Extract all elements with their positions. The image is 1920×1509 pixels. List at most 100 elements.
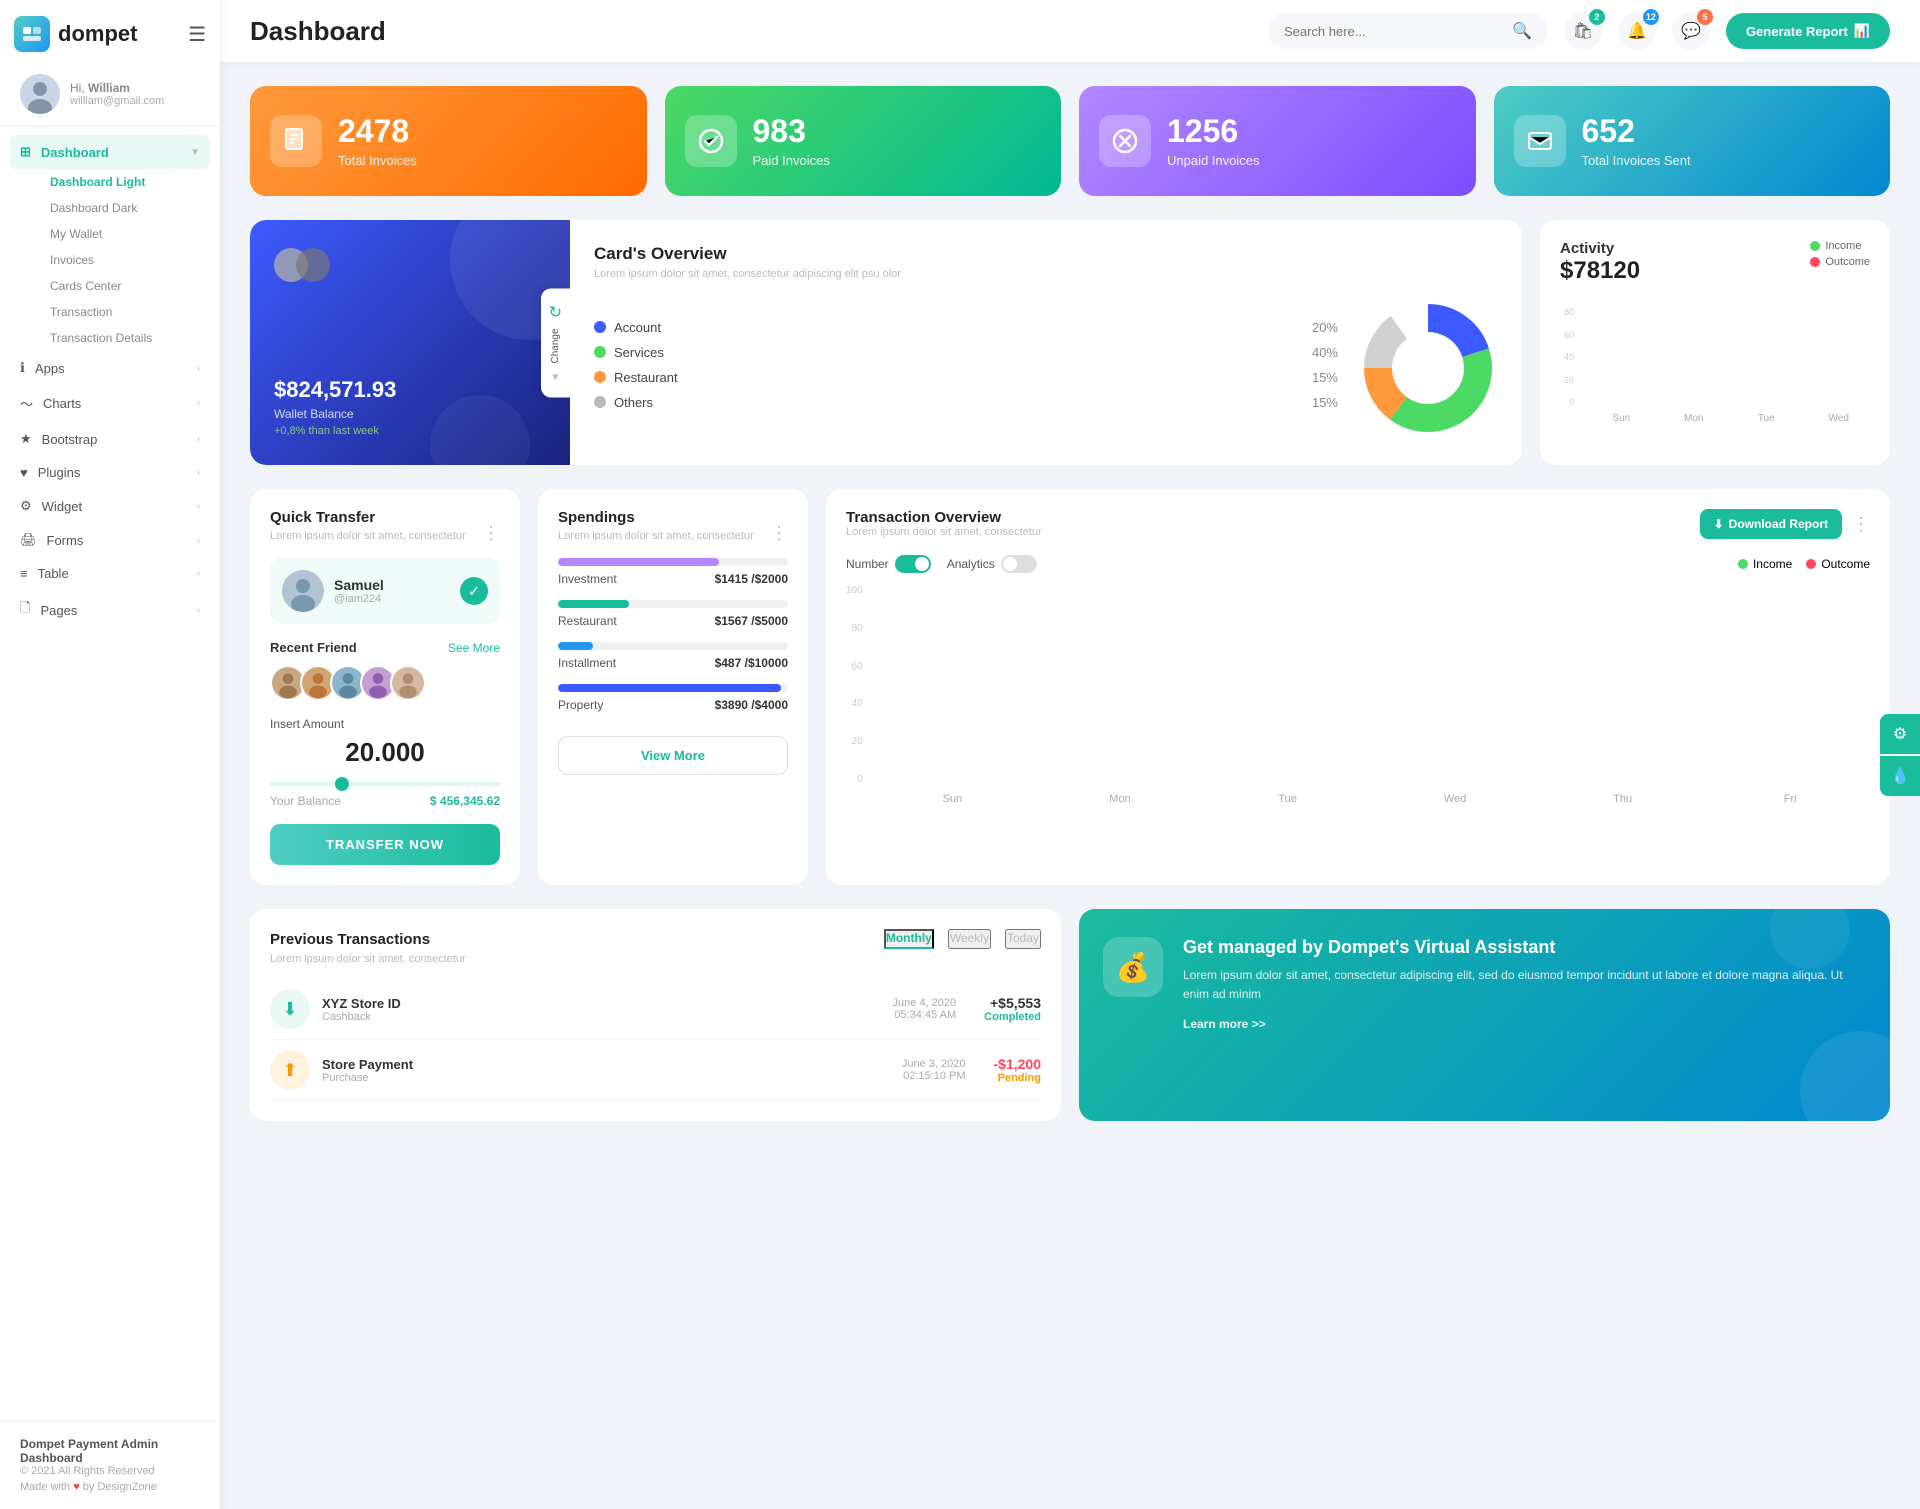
change-btn-label: Change (550, 328, 561, 363)
amount-slider[interactable] (270, 782, 500, 786)
subnav-cards-center[interactable]: Cards Center (30, 273, 220, 299)
heart-icon: ♥ (73, 1481, 83, 1493)
spend-label-installment: Installment (558, 656, 616, 670)
transfer-user-handle: @iam224 (334, 593, 384, 605)
outcome-dot (1810, 257, 1820, 267)
toggle-analytics-label: Analytics (947, 557, 995, 571)
outcome-label: Outcome (1825, 256, 1870, 268)
tx-bar-x-labels: Sun Mon Tue Wed Thu Fri (873, 793, 1870, 805)
sidebar-item-forms[interactable]: 🖨 Forms › (0, 523, 220, 557)
subnav-transaction-details[interactable]: Transaction Details (30, 325, 220, 351)
check-icon: ✓ (460, 577, 488, 605)
donut-chart (1358, 298, 1498, 441)
overview-desc: Lorem ipsum dolor sit amet, consectetur … (594, 268, 1498, 280)
user-name: William (88, 81, 130, 95)
tab-weekly[interactable]: Weekly (948, 929, 991, 949)
star-icon: ★ (20, 431, 32, 447)
more-options-icon[interactable]: ⋮ (482, 523, 500, 544)
unpaid-invoices-icon (1099, 115, 1151, 167)
balance-label: Your Balance (270, 794, 341, 808)
sidebar-item-charts[interactable]: 〜 Charts › (0, 385, 220, 422)
notification-button[interactable]: 🔔 12 (1618, 12, 1656, 50)
settings-float-button[interactable]: ⚙ (1880, 714, 1920, 754)
activity-chart: 80 60 40 20 0 (1560, 307, 1870, 407)
tx-type-icon: ⬇ (270, 989, 310, 1029)
number-toggle[interactable] (895, 555, 931, 573)
chevron-right-icon: › (197, 568, 200, 579)
sidebar-item-apps[interactable]: ℹ Apps › (0, 351, 220, 385)
analytics-toggle[interactable] (1001, 555, 1037, 573)
chevron-right-icon: › (197, 434, 200, 445)
sidebar-item-label: Apps (35, 361, 65, 376)
sidebar-item-table[interactable]: ≡ Table › (0, 557, 220, 590)
paid-invoices-icon (685, 115, 737, 167)
water-float-button[interactable]: 💧 (1880, 756, 1920, 796)
sent-invoices-icon (1514, 115, 1566, 167)
va-learn-more-link[interactable]: Learn more >> (1183, 1017, 1266, 1031)
spend-label-property: Property (558, 698, 603, 712)
card-overview-panel: $824,571.93 Wallet Balance +0,8% than la… (250, 220, 1522, 465)
legend-others: Others 15% (594, 395, 1338, 410)
spendings-card: Spendings Lorem ipsum dolor sit amet, co… (538, 489, 808, 885)
previous-transactions-card: Previous Transactions Monthly Weekly Tod… (250, 909, 1061, 1121)
tx-name: Store Payment (322, 1057, 413, 1072)
sidebar-item-plugins[interactable]: ♥ Plugins › (0, 456, 220, 489)
total-invoices-label: Total Invoices (338, 153, 417, 168)
transfer-amount-display: 20.000 (270, 737, 500, 768)
total-invoices-number: 2478 (338, 114, 417, 149)
recent-friends-header: Recent Friend See More (270, 640, 500, 655)
tx-more-icon[interactable]: ⋮ (1852, 514, 1870, 535)
view-more-button[interactable]: View More (558, 736, 788, 775)
see-more-link[interactable]: See More (448, 641, 500, 655)
sidebar-item-widget[interactable]: ⚙ Widget › (0, 489, 220, 523)
search-icon: 🔍 (1512, 21, 1532, 41)
prev-tx-tabs: Monthly Weekly Today (884, 929, 1041, 949)
tx-overview-title: Transaction Overview (846, 509, 1042, 526)
spending-investment: Investment $1415 /$2000 (558, 558, 788, 586)
hamburger-icon[interactable]: ☰ (188, 22, 206, 47)
tx-outcome-label: Outcome (1821, 557, 1870, 571)
chart-icon: 〜 (20, 394, 33, 413)
search-input[interactable] (1284, 24, 1504, 39)
subnav-invoices[interactable]: Invoices (30, 247, 220, 273)
message-badge: 5 (1697, 9, 1713, 25)
cart-button[interactable]: 🛍 2 (1564, 12, 1602, 50)
sidebar-item-label: Bootstrap (42, 432, 98, 447)
sidebar: dompet ☰ Hi, William william@gmail.com ⊞… (0, 0, 220, 1509)
sidebar-item-label: Dashboard (41, 145, 109, 160)
sidebar-item-label: Charts (43, 396, 81, 411)
transfer-now-button[interactable]: TRANSFER NOW (270, 824, 500, 865)
activity-amount: $78120 (1560, 257, 1640, 285)
change-button[interactable]: ↻ Change ▾ (541, 288, 570, 397)
tab-monthly[interactable]: Monthly (884, 929, 934, 949)
subnav-dashboard-light[interactable]: Dashboard Light (30, 169, 220, 195)
subnav-my-wallet[interactable]: My Wallet (30, 221, 220, 247)
quick-transfer-subtitle: Lorem ipsum dolor sit amet, consectetur (270, 530, 466, 542)
footer-brand: Dompet Payment Admin Dashboard (20, 1437, 200, 1465)
tx-type-icon: ⬆ (270, 1050, 310, 1090)
legend-services: Services 40% (594, 345, 1338, 360)
message-button[interactable]: 💬 5 (1672, 12, 1710, 50)
sidebar-item-bootstrap[interactable]: ★ Bootstrap › (0, 422, 220, 456)
sidebar-item-dashboard[interactable]: ⊞ Dashboard ▼ (10, 135, 210, 169)
heart-icon: ♥ (20, 465, 28, 480)
download-report-button[interactable]: ⬇ Download Report (1700, 509, 1842, 539)
subnav-dashboard-dark[interactable]: Dashboard Dark (30, 195, 220, 221)
wallet-growth: +0,8% than last week (274, 425, 546, 437)
chevron-right-icon: › (197, 467, 200, 478)
spending-installment: Installment $487 /$10000 (558, 642, 788, 670)
legend-account: Account 20% (594, 320, 1338, 335)
subnav-transaction[interactable]: Transaction (30, 299, 220, 325)
stat-card-paid-invoices: 983 Paid Invoices (665, 86, 1062, 196)
prev-tx-title: Previous Transactions (270, 931, 430, 948)
footer-copy: © 2021 All Rights Reserved (20, 1465, 200, 1477)
tx-date: June 4, 2020 05:34:45 AM (893, 997, 957, 1021)
spendings-more-icon[interactable]: ⋮ (770, 523, 788, 544)
tab-today[interactable]: Today (1005, 929, 1041, 949)
wallet-card: $824,571.93 Wallet Balance +0,8% than la… (250, 220, 570, 465)
va-title: Get managed by Dompet's Virtual Assistan… (1183, 937, 1866, 958)
sidebar-item-pages[interactable]: 🗋 Pages › (0, 590, 220, 630)
paid-invoices-number: 983 (753, 114, 830, 149)
generate-report-button[interactable]: Generate Report 📊 (1726, 13, 1890, 49)
right-floating-buttons: ⚙ 💧 (1880, 714, 1920, 796)
